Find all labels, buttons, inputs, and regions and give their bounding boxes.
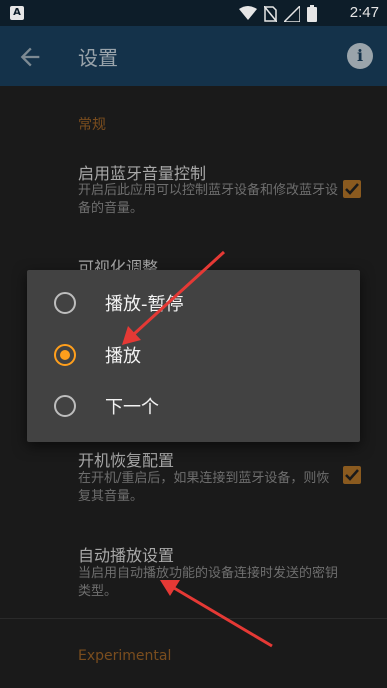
page-title: 设置 bbox=[78, 46, 118, 70]
signal-icon bbox=[284, 5, 300, 22]
divider bbox=[0, 618, 387, 619]
wifi-icon bbox=[239, 6, 257, 20]
option-label: 播放 bbox=[105, 346, 141, 367]
back-arrow-icon[interactable] bbox=[16, 43, 44, 71]
radio-button[interactable] bbox=[54, 395, 76, 417]
pref-summary: 在开机/重启后，如果连接到蓝牙设备，则恢复其音量。 bbox=[78, 471, 330, 504]
option-play[interactable]: 播放 bbox=[27, 331, 360, 383]
pref-summary: 当启用自动播放功能的设备连接时发送的密钥类型。 bbox=[78, 566, 339, 599]
status-bar: A 2:47 bbox=[0, 0, 387, 26]
autoplay-key-dialog: 播放-暂停 播放 下一个 bbox=[27, 270, 360, 442]
pref-title: 启用蓝牙音量控制 bbox=[78, 164, 207, 183]
option-label: 下一个 bbox=[105, 397, 159, 418]
section-header-general: 常规 bbox=[78, 117, 106, 133]
bt-volume-checkbox[interactable] bbox=[343, 180, 361, 198]
option-play-pause[interactable]: 播放-暂停 bbox=[27, 279, 360, 331]
restore-checkbox[interactable] bbox=[343, 466, 361, 484]
pref-title: 开机恢复配置 bbox=[78, 451, 175, 470]
radio-button-selected[interactable] bbox=[54, 344, 76, 366]
no-sim-icon bbox=[264, 5, 277, 22]
radio-button[interactable] bbox=[54, 292, 76, 314]
section-header-experimental: Experimental bbox=[78, 648, 172, 664]
pref-summary: 开启后此应用可以控制蓝牙设备和修改蓝牙设备的音量。 bbox=[78, 183, 339, 216]
option-next[interactable]: 下一个 bbox=[27, 382, 360, 434]
app-notification-icon: A bbox=[10, 6, 24, 20]
pref-title: 自动播放设置 bbox=[78, 546, 175, 565]
battery-icon bbox=[307, 5, 317, 22]
status-icons bbox=[239, 5, 317, 22]
status-time: 2:47 bbox=[349, 4, 379, 21]
option-label: 播放-暂停 bbox=[105, 294, 184, 315]
app-bar: 设置 i bbox=[0, 26, 387, 86]
info-icon[interactable]: i bbox=[347, 43, 373, 69]
